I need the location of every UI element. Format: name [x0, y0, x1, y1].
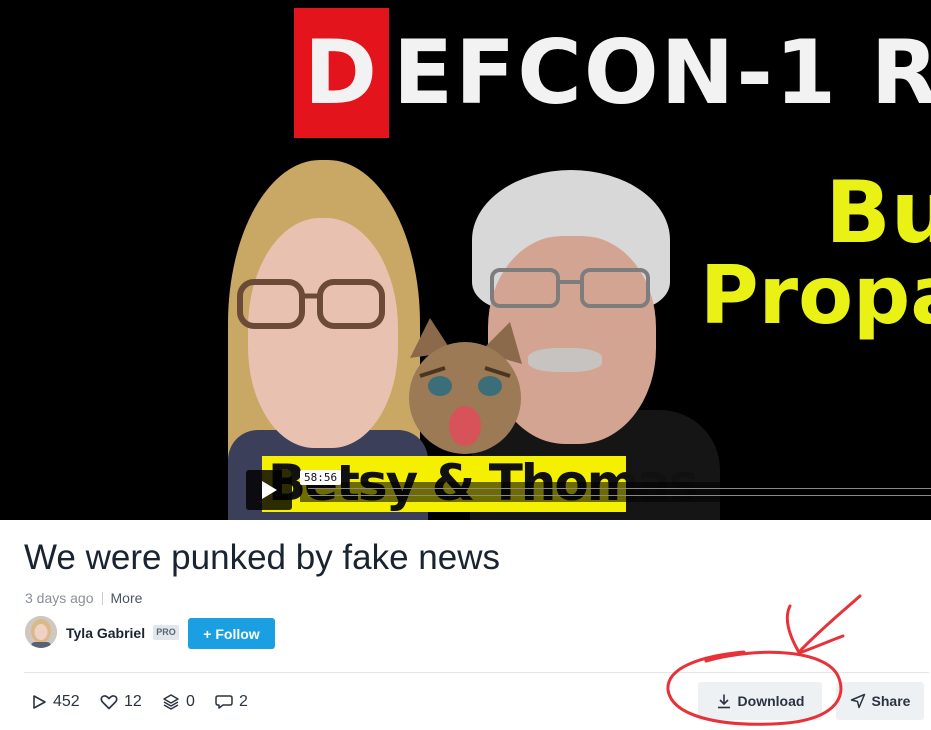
share-icon	[850, 693, 865, 709]
download-button[interactable]: Download	[698, 682, 822, 720]
download-label: Download	[737, 693, 805, 709]
comment-icon	[215, 695, 233, 709]
thumbnail-headline-rest: EFCON-1 RED A	[393, 21, 931, 124]
play-button[interactable]	[246, 470, 292, 510]
download-icon	[717, 694, 730, 709]
likes-stat[interactable]: 12	[100, 689, 142, 715]
thumbnail-man-glasses	[490, 268, 650, 308]
thumbnail-side-text: Bu Propag	[700, 170, 931, 336]
play-icon	[262, 481, 277, 499]
follow-button[interactable]: + Follow	[188, 618, 275, 649]
likes-count: 12	[124, 693, 142, 710]
thumbnail-side-text-line2: Propag	[700, 249, 931, 342]
thumbnail-woman-glasses	[237, 279, 385, 329]
divider	[24, 672, 929, 673]
share-button[interactable]: Share	[836, 682, 924, 720]
meta-divider	[101, 592, 103, 605]
thumbnail-headline-first-letter: D	[294, 8, 390, 138]
progress-track	[308, 488, 931, 489]
thumbnail-side-text-line1: Bu	[825, 163, 931, 263]
thumbnail-kitten	[409, 318, 522, 454]
pro-badge: PRO	[153, 625, 179, 640]
plays-count: 452	[53, 693, 80, 710]
comments-count: 2	[239, 693, 248, 710]
share-label: Share	[871, 693, 911, 709]
thumbnail-woman-face	[248, 218, 398, 448]
layers-icon	[163, 694, 179, 710]
avatar-image	[25, 616, 57, 648]
play-count-icon	[33, 695, 46, 709]
progress-track-secondary	[308, 495, 931, 496]
plays-stat: 452	[31, 689, 80, 715]
more-link[interactable]: More	[111, 590, 143, 606]
thumbnail-headline: DEFCON-1 RED A	[294, 8, 931, 138]
collections-count: 0	[186, 693, 195, 710]
thumbnail-man-mustache	[528, 348, 602, 372]
author-name[interactable]: Tyla Gabriel	[66, 625, 145, 641]
progress-bar[interactable]	[300, 482, 931, 502]
post-meta: 3 days ago More	[25, 590, 142, 606]
collections-stat[interactable]: 0	[162, 689, 195, 715]
video-player[interactable]: DEFCON-1 RED A Bu Propag Betsy & Thomas …	[0, 0, 931, 520]
comments-stat[interactable]: 2	[215, 689, 248, 715]
avatar[interactable]	[25, 616, 57, 648]
timecode: 58:56	[300, 470, 342, 485]
video-title: We were punked by fake news	[24, 538, 501, 577]
posted-time: 3 days ago	[25, 590, 94, 606]
heart-icon	[100, 695, 118, 710]
